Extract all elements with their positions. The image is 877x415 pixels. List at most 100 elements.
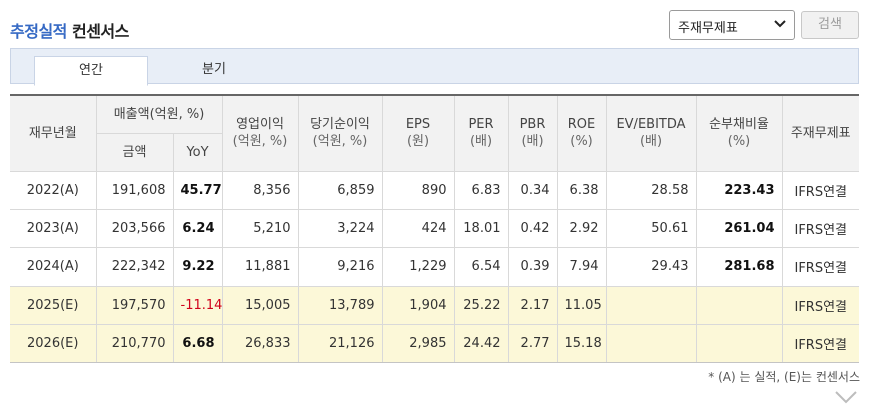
cell-pbr: 2.77 [507,324,558,364]
cell-net-income: 9,216 [297,247,383,287]
header-roe: ROE (%) [556,94,607,172]
header-net-income-label: 당기순이익 [310,117,370,133]
header-net-debt: 순부채비율 (%) [695,94,783,172]
cell-net-debt [695,285,783,326]
cell-per: 25.22 [453,285,509,326]
consensus-table: 재무년월 매출액(억원, %) 영업이익 (억원, %) 당기순이익 (억원, … [10,94,859,364]
cell-net-debt: 223.43 [695,170,783,210]
header-roe-unit: (%) [570,134,593,150]
page-title: 추정실적 컨센서스 [10,18,129,42]
header-per: PER (배) [453,94,509,172]
header-ev-ebitda: EV/EBITDA (배) [605,94,697,172]
statement-select[interactable]: 주재무제표 [669,10,795,40]
cell-eps: 424 [381,208,455,249]
cell-op-income: 15,005 [221,285,299,326]
cell-net-debt: 281.68 [695,247,783,287]
cell-ev-ebitda: 29.43 [605,247,697,287]
cell-roe: 2.92 [556,208,607,249]
cell-pbr: 0.42 [507,208,558,249]
cell-period: 2023(A) [10,208,97,249]
cell-per: 6.83 [453,170,509,210]
header-per-label: PER [468,117,494,133]
cell-op-income: 26,833 [221,324,299,364]
cell-roe: 6.38 [556,170,607,210]
header-ev-ebitda-unit: (배) [639,134,663,150]
period-tab-bar: 연간 분기 [10,48,859,86]
cell-ev-ebitda [605,324,697,364]
cell-period: 2025(E) [10,285,97,326]
cell-per: 6.54 [453,247,509,287]
cell-pbr: 2.17 [507,285,558,326]
cell-statement: IFRS연결 [781,247,859,287]
cell-statement: IFRS연결 [781,170,859,210]
cell-period: 2026(E) [10,324,97,364]
cell-ev-ebitda [605,285,697,326]
header-per-unit: (배) [469,134,493,150]
cell-period: 2024(A) [10,247,97,287]
cell-amount: 210,770 [95,324,174,364]
title-rest: 컨센서스 [71,22,129,41]
header-op-income-label: 영업이익 [236,117,284,133]
cell-eps: 1,904 [381,285,455,326]
chevron-down-icon[interactable] [834,388,858,406]
cell-net-debt [695,324,783,364]
cell-roe: 11.05 [556,285,607,326]
header-op-income-unit: (억원, %) [232,134,288,150]
cell-yoy: 6.24 [172,208,223,249]
cell-eps: 2,985 [381,324,455,364]
cell-yoy: 45.77 [172,170,223,210]
table-row-estimate: 2026(E) 210,770 6.68 26,833 21,126 2,985… [10,324,859,364]
cell-pbr: 0.39 [507,247,558,287]
cell-net-debt: 261.04 [695,208,783,249]
search-button[interactable]: 검색 [801,11,859,39]
header-eps: EPS (원) [381,94,455,172]
cell-op-income: 5,210 [221,208,299,249]
header-net-income-unit: (억원, %) [312,134,368,150]
header-eps-label: EPS [405,117,431,133]
title-accent: 추정실적 [10,22,67,41]
header-revenue: 매출액(억원, %) [95,94,223,134]
header-ev-ebitda-label: EV/EBITDA [616,117,686,133]
cell-roe: 15.18 [556,324,607,364]
header-yoy: YoY [172,132,222,172]
header-amount: 금액 [96,132,174,172]
cell-statement: IFRS연결 [781,324,859,364]
cell-net-income: 6,859 [297,170,383,210]
cell-roe: 7.94 [556,247,607,287]
cell-op-income: 8,356 [221,170,299,210]
header-pbr-label: PBR [519,117,546,133]
cell-yoy: -11.14 [172,285,223,326]
cell-amount: 222,342 [95,247,174,287]
tab-quarterly[interactable]: 분기 [157,56,271,86]
cell-net-income: 13,789 [297,285,383,326]
header-op-income: 영업이익 (억원, %) [221,94,299,172]
cell-ev-ebitda: 28.58 [605,170,697,210]
header-period: 재무년월 [10,94,97,172]
cell-per: 18.01 [453,208,509,249]
tab-annual[interactable]: 연간 [34,56,148,86]
table-row: 2023(A) 203,566 6.24 5,210 3,224 424 18.… [10,208,859,249]
header-net-income: 당기순이익 (억원, %) [297,94,383,172]
cell-per: 24.42 [453,324,509,364]
header-eps-unit: (원) [406,134,430,150]
chevron-down-icon [774,20,786,28]
header-pbr: PBR (배) [507,94,558,172]
header-net-debt-label: 순부채비율 [709,117,769,133]
footnote: * (A) 는 실적, (E)는 컨센서스 [708,370,860,384]
cell-pbr: 0.34 [507,170,558,210]
cell-yoy: 9.22 [172,247,223,287]
cell-ev-ebitda: 50.61 [605,208,697,249]
header-statement: 주재무제표 [781,94,859,172]
cell-period: 2022(A) [10,170,97,210]
header-net-debt-unit: (%) [727,134,751,150]
header-roe-label: ROE [567,117,596,133]
cell-statement: IFRS연결 [781,208,859,249]
cell-statement: IFRS연결 [781,285,859,326]
cell-amount: 203,566 [95,208,174,249]
cell-amount: 191,608 [95,170,174,210]
cell-op-income: 11,881 [221,247,299,287]
cell-amount: 197,570 [95,285,174,326]
table-row-estimate: 2025(E) 197,570 -11.14 15,005 13,789 1,9… [10,285,859,326]
page-header: 추정실적 컨센서스 주재무제표 검색 [10,10,860,44]
cell-net-income: 21,126 [297,324,383,364]
